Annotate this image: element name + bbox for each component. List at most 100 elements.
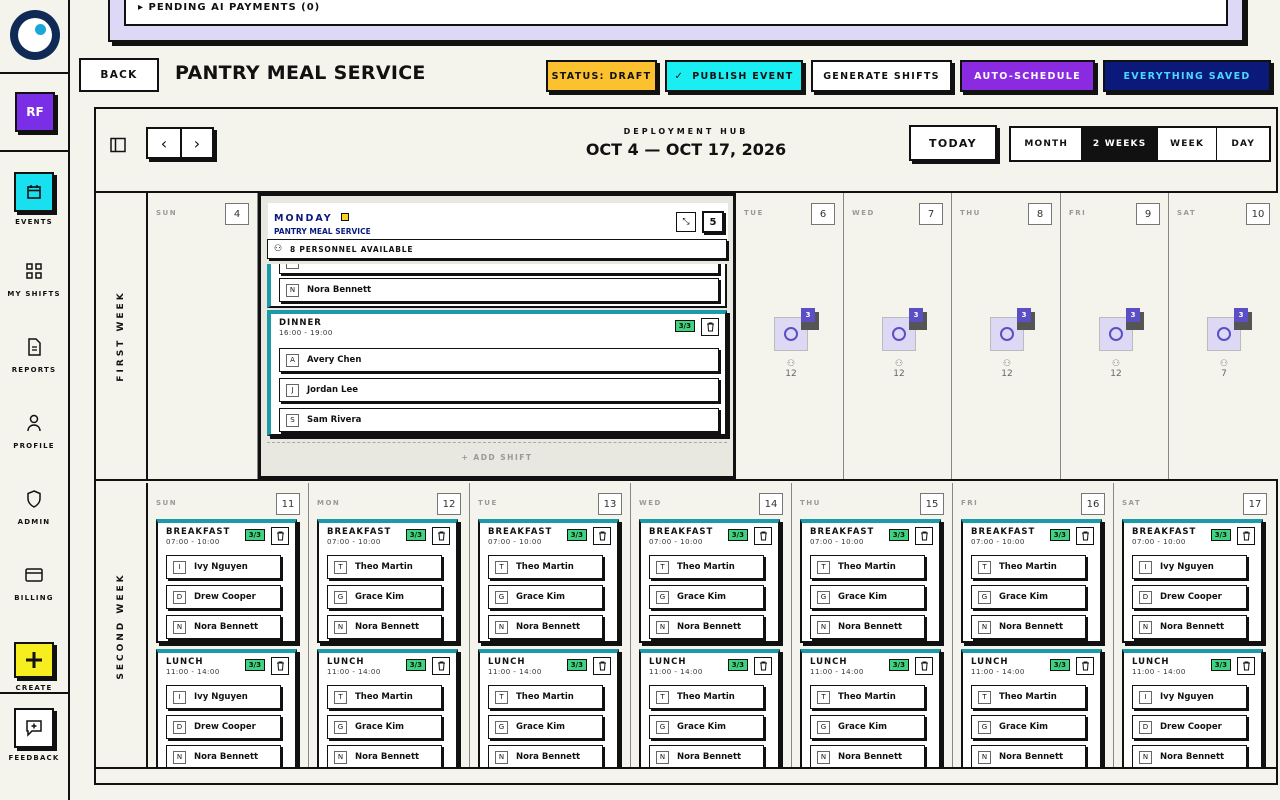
sidebar-item-profile[interactable]: PROFILE [0, 410, 68, 450]
assigned-person[interactable]: G Grace Kim [649, 715, 764, 739]
day-cell[interactable]: SAT 17 BREAKFAST 07:00 - 10:00 3/3 I Ivy Nguye… [1114, 483, 1275, 769]
assigned-person[interactable]: T Theo Martin [649, 555, 764, 579]
day-cell[interactable]: THU 15 BREAKFAST 07:00 - 10:00 3/3 T Theo Mart… [792, 483, 953, 769]
personnel-available[interactable]: ⚇ 8 PERSONNEL AVAILABLE [267, 239, 727, 259]
sidebar-item-events[interactable]: EVENTS [0, 172, 68, 226]
day-cell[interactable]: SUN 4 [148, 193, 258, 479]
assigned-person[interactable]: T Theo Martin [810, 555, 925, 579]
back-button[interactable]: BACK [79, 58, 159, 92]
trash-icon[interactable] [593, 527, 611, 545]
day-cell[interactable]: TUE 6 3 ⚇ 12 [736, 193, 844, 479]
trash-icon[interactable] [593, 657, 611, 675]
trash-icon[interactable] [754, 527, 772, 545]
day-number[interactable]: 5 [702, 211, 724, 233]
add-shift-button[interactable]: + ADD SHIFT [267, 442, 727, 472]
shift-summary-icon[interactable]: 3 [1099, 308, 1144, 351]
assigned-person[interactable]: T Theo Martin [971, 555, 1086, 579]
sidebar-item-my-shifts[interactable]: MY SHIFTS [0, 258, 68, 298]
assigned-person[interactable]: N Nora Bennett [810, 745, 925, 767]
assigned-person[interactable]: D Drew Cooper [166, 585, 281, 609]
pending-payments-toggle[interactable]: ▸ PENDING AI PAYMENTS (0) [124, 0, 1228, 26]
shift-summary-icon[interactable]: 3 [990, 308, 1035, 351]
assigned-person[interactable]: G Grace Kim [810, 715, 925, 739]
day-cell[interactable]: WED 7 3 ⚇ 12 [844, 193, 952, 479]
assigned-person[interactable]: J Jordan Lee [279, 378, 719, 402]
assigned-person[interactable]: T Theo Martin [488, 555, 603, 579]
logo[interactable] [10, 10, 60, 60]
trash-icon[interactable] [1076, 657, 1094, 675]
trash-icon[interactable] [432, 657, 450, 675]
trash-icon[interactable] [271, 657, 289, 675]
trash-icon[interactable] [432, 527, 450, 545]
assigned-person[interactable]: N Nora Bennett [166, 745, 281, 767]
assigned-person[interactable]: A Avery Chen [279, 348, 719, 372]
day-cell[interactable]: MON 12 BREAKFAST 07:00 - 10:00 3/3 T Theo Mart… [309, 483, 470, 769]
assigned-person[interactable]: N Nora Bennett [971, 745, 1086, 767]
assigned-person[interactable]: N Nora Bennett [649, 745, 764, 767]
assigned-person[interactable]: D Drew Cooper [1132, 715, 1247, 739]
assigned-person[interactable]: N Nora Bennett [279, 278, 719, 302]
assigned-person[interactable]: N Nora Bennett [488, 745, 603, 767]
today-button[interactable]: TODAY [909, 125, 997, 161]
day-cell[interactable]: THU 8 3 ⚇ 12 [952, 193, 1061, 479]
trash-icon[interactable] [1237, 657, 1255, 675]
shift-summary-icon[interactable]: 3 [774, 308, 819, 351]
assigned-person[interactable]: G Grace Kim [488, 715, 603, 739]
assigned-person[interactable]: T Theo Martin [810, 685, 925, 709]
trash-icon[interactable] [915, 527, 933, 545]
sidebar-item-admin[interactable]: ADMIN [0, 486, 68, 526]
assigned-person[interactable]: T Theo Martin [649, 685, 764, 709]
sidebar-item-feedback[interactable]: FEEDBACK [0, 708, 68, 762]
trash-icon[interactable] [701, 318, 719, 336]
trash-icon[interactable] [1076, 527, 1094, 545]
assigned-person[interactable]: G Grace Kim [327, 585, 442, 609]
auto-schedule-button[interactable]: AUTO-SCHEDULE [960, 60, 1095, 92]
collapse-icon[interactable]: ⤡ [676, 212, 696, 232]
assigned-person[interactable]: N Nora Bennett [1132, 745, 1247, 767]
assigned-person[interactable]: I Ivy Nguyen [1132, 685, 1247, 709]
sidebar-item-reports[interactable]: REPORTS [0, 334, 68, 374]
assigned-person[interactable]: N Nora Bennett [810, 615, 925, 639]
assigned-person[interactable]: N Nora Bennett [649, 615, 764, 639]
trash-icon[interactable] [271, 527, 289, 545]
day-cell[interactable]: WED 14 BREAKFAST 07:00 - 10:00 3/3 T Theo Mart… [631, 483, 792, 769]
assigned-person[interactable]: N Nora Bennett [488, 615, 603, 639]
assigned-person[interactable]: S Sam Rivera [279, 408, 719, 432]
shift-summary-icon[interactable]: 3 [1207, 308, 1252, 351]
assigned-person[interactable]: N Nora Bennett [327, 745, 442, 767]
trash-icon[interactable] [754, 657, 772, 675]
day-cell[interactable]: FRI 9 3 ⚇ 12 [1061, 193, 1169, 479]
assigned-person[interactable] [279, 264, 719, 274]
assigned-person[interactable]: T Theo Martin [488, 685, 603, 709]
save-status-button[interactable]: EVERYTHING SAVED [1103, 60, 1271, 92]
view-day[interactable]: DAY [1217, 128, 1269, 160]
assigned-person[interactable]: I Ivy Nguyen [166, 555, 281, 579]
assigned-person[interactable]: G Grace Kim [810, 585, 925, 609]
assigned-person[interactable]: N Nora Bennett [327, 615, 442, 639]
day-cell[interactable]: FRI 16 BREAKFAST 07:00 - 10:00 3/3 T Theo Mart… [953, 483, 1114, 769]
assigned-person[interactable]: T Theo Martin [971, 685, 1086, 709]
assigned-person[interactable]: G Grace Kim [971, 585, 1086, 609]
assigned-person[interactable]: T Theo Martin [327, 555, 442, 579]
assigned-person[interactable]: I Ivy Nguyen [166, 685, 281, 709]
assigned-person[interactable]: N Nora Bennett [166, 615, 281, 639]
assigned-person[interactable]: G Grace Kim [649, 585, 764, 609]
publish-event-button[interactable]: ✓ PUBLISH EVENT [665, 60, 803, 92]
generate-shifts-button[interactable]: GENERATE SHIFTS [811, 60, 952, 92]
assigned-person[interactable]: N Nora Bennett [971, 615, 1086, 639]
view-week[interactable]: WEEK [1158, 128, 1218, 160]
day-cell[interactable]: SUN 11 BREAKFAST 07:00 - 10:00 3/3 I Ivy Nguye… [148, 483, 309, 769]
assigned-person[interactable]: D Drew Cooper [1132, 585, 1247, 609]
day-cell[interactable]: SAT 10 3 ⚇ 7 [1169, 193, 1278, 479]
view-2-weeks[interactable]: 2 WEEKS [1082, 128, 1158, 160]
trash-icon[interactable] [1237, 527, 1255, 545]
assigned-person[interactable]: G Grace Kim [971, 715, 1086, 739]
assigned-person[interactable]: D Drew Cooper [166, 715, 281, 739]
assigned-person[interactable]: G Grace Kim [488, 585, 603, 609]
trash-icon[interactable] [915, 657, 933, 675]
sidebar-item-create[interactable]: CREATE [0, 642, 68, 692]
day-cell[interactable]: TUE 13 BREAKFAST 07:00 - 10:00 3/3 T Theo Mart… [470, 483, 631, 769]
assigned-person[interactable]: I Ivy Nguyen [1132, 555, 1247, 579]
assigned-person[interactable]: N Nora Bennett [1132, 615, 1247, 639]
view-month[interactable]: MONTH [1011, 128, 1083, 160]
